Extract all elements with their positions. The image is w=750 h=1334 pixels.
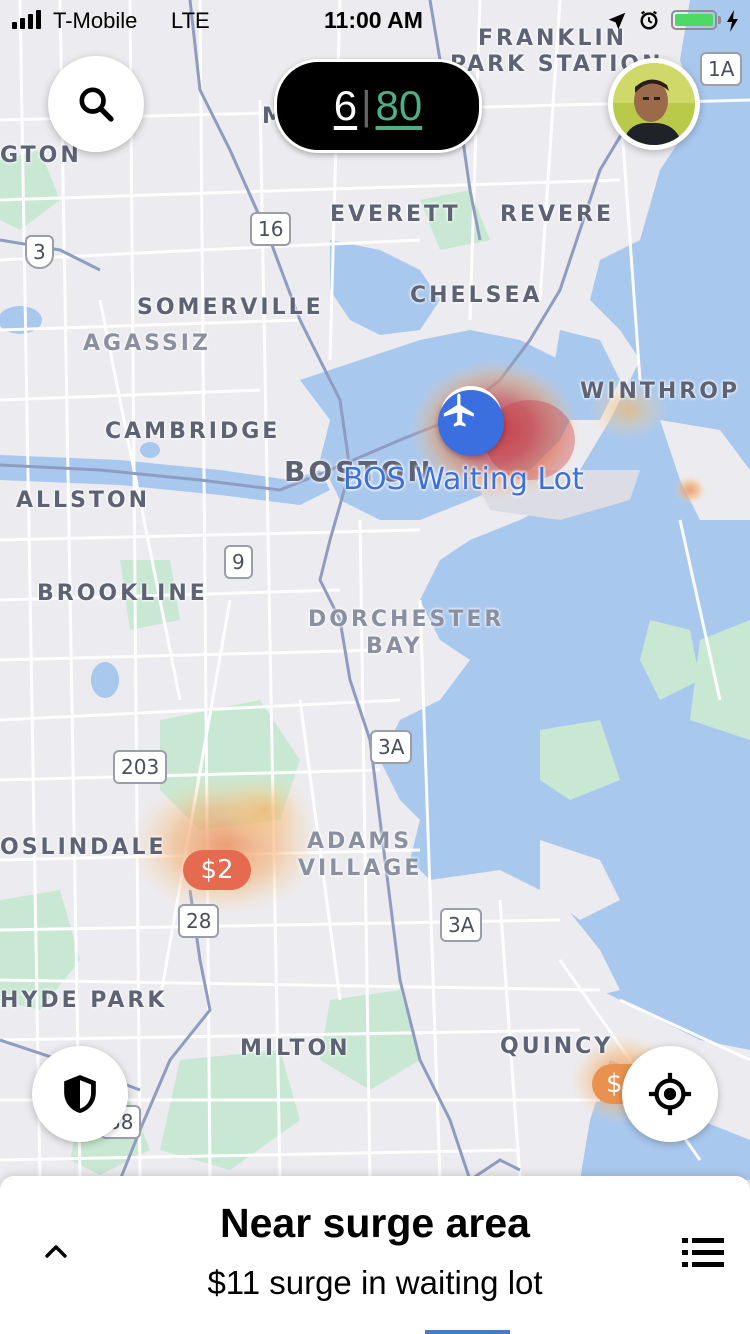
route-shield-3a-north: 3A xyxy=(370,730,413,764)
place-label-revere: REVERE xyxy=(500,202,614,227)
route-shield-3: 3 xyxy=(25,235,54,269)
place-label-agassiz: AGASSIZ xyxy=(83,331,211,356)
search-icon xyxy=(79,87,114,122)
list-icon[interactable] xyxy=(682,1236,724,1270)
place-label-hyde-park: HYDE PARK xyxy=(0,988,168,1013)
place-label-oslindale: OSLINDALE xyxy=(0,835,167,860)
status-bar: T-Mobile LTE 11:00 AM xyxy=(0,0,750,40)
sheet-subtitle: $11 surge in waiting lot xyxy=(207,1264,543,1301)
route-shield-16: 16 xyxy=(250,212,292,246)
place-label-village: VILLAGE xyxy=(298,856,423,881)
recenter-location-button[interactable] xyxy=(622,1046,718,1142)
sheet-title: Near surge area xyxy=(220,1200,530,1246)
trip-count-left: 6 xyxy=(333,82,358,129)
charging-bolt-icon xyxy=(727,10,738,32)
trip-count-right: 80 xyxy=(375,82,423,129)
airport-poi-marker[interactable] xyxy=(438,390,504,456)
trip-counter-pill[interactable]: 6 | 80 xyxy=(274,59,482,153)
driver-avatar xyxy=(613,63,695,145)
place-label-quincy: QUINCY xyxy=(500,1034,614,1059)
signal-strength-icon xyxy=(12,10,41,29)
place-label-cambridge: CAMBRIDGE xyxy=(105,419,281,444)
route-shield-3a-south: 3A xyxy=(440,908,483,942)
locate-icon xyxy=(648,1072,692,1116)
airplane-icon xyxy=(443,393,474,427)
location-arrow-icon xyxy=(608,12,626,30)
trip-count-divider: | xyxy=(361,83,372,128)
place-label-somerville: SOMERVILLE xyxy=(137,295,324,320)
place-label-everett: EVERETT xyxy=(330,202,461,227)
place-label-dorchester: DORCHESTER xyxy=(308,607,505,632)
route-shield-203: 203 xyxy=(113,750,168,784)
place-label-chelsea: CHELSEA xyxy=(410,283,543,308)
status-time: 11:00 AM xyxy=(324,7,423,33)
route-shield-9: 9 xyxy=(224,545,253,579)
surge-price-badge[interactable]: $2 xyxy=(183,850,251,890)
place-label-bay: BAY xyxy=(366,634,423,659)
place-label-milton: MILTON xyxy=(240,1036,351,1061)
place-label-winthrop: WINTHROP xyxy=(580,379,741,404)
map-view[interactable]: FRANKLIN PARK STATION GTON M EVERETT REV… xyxy=(0,0,750,1180)
route-shield-28: 28 xyxy=(178,904,220,938)
place-label-adams: ADAMS xyxy=(307,829,413,854)
profile-avatar-button[interactable] xyxy=(608,58,700,150)
shield-icon xyxy=(64,1075,96,1113)
place-label-gton: GTON xyxy=(0,143,82,168)
status-bottom-sheet[interactable]: Near surge area $11 surge in waiting lot xyxy=(0,1176,750,1334)
carrier-name: T-Mobile xyxy=(53,8,138,33)
poi-label-bos-waiting-lot[interactable]: BOS Waiting Lot xyxy=(343,462,584,497)
safety-button[interactable] xyxy=(32,1046,128,1142)
search-button[interactable] xyxy=(48,56,144,152)
alarm-icon xyxy=(640,10,658,30)
network-type: LTE xyxy=(171,8,210,33)
place-label-allston: ALLSTON xyxy=(16,488,151,513)
page-indicator xyxy=(425,1330,510,1334)
battery-icon xyxy=(671,10,717,30)
route-shield-1a: 1A xyxy=(700,52,743,86)
place-label-brookline: BROOKLINE xyxy=(37,581,208,606)
